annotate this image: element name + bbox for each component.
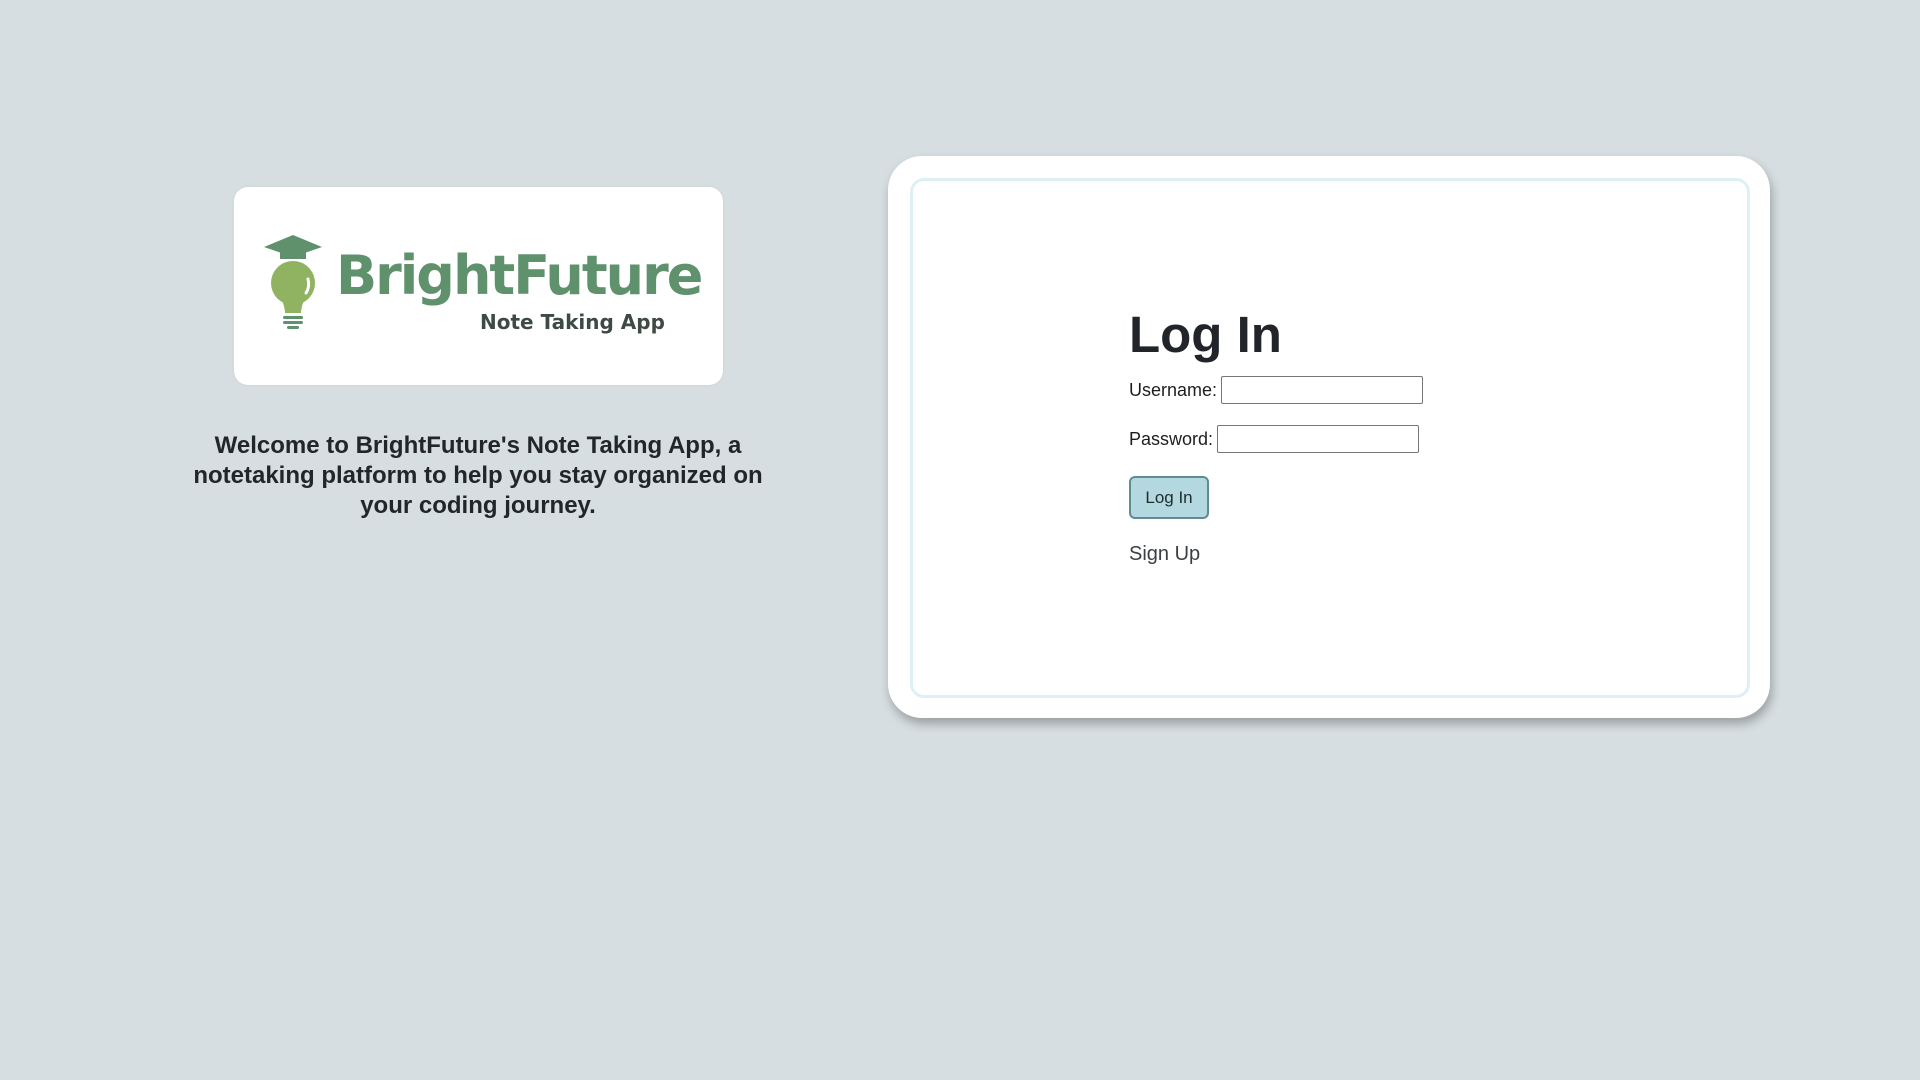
username-label: Username: — [1129, 379, 1218, 400]
password-row: Password: — [1129, 425, 1420, 453]
username-input[interactable] — [1221, 376, 1424, 404]
welcome-message: Welcome to BrightFuture's Note Taking Ap… — [193, 432, 763, 519]
password-label: Password: — [1129, 428, 1214, 449]
signup-link[interactable]: Sign Up — [1129, 543, 1200, 566]
password-input[interactable] — [1217, 425, 1420, 453]
login-button[interactable]: Log In — [1129, 476, 1209, 519]
login-title: Log In — [1129, 306, 1282, 363]
login-page: BrightFuture Note Taking App Welcome to … — [0, 0, 1920, 1080]
logo-wordmark: BrightFuture — [336, 244, 703, 307]
logo-card: BrightFuture Note Taking App — [234, 187, 723, 385]
username-row: Username: — [1129, 376, 1424, 404]
logo-subtitle: Note Taking App — [480, 310, 665, 334]
lightbulb-graduation-cap-icon — [264, 235, 322, 329]
